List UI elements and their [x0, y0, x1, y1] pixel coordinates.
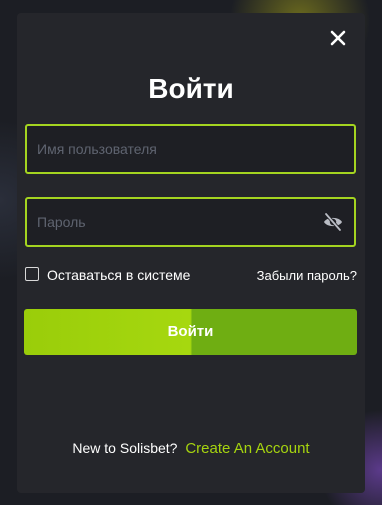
- login-button[interactable]: Войти: [24, 309, 357, 355]
- create-account-link[interactable]: Create An Account: [185, 440, 309, 457]
- close-button[interactable]: [329, 29, 347, 47]
- eye-slash-icon: [324, 212, 342, 232]
- close-icon: [330, 30, 346, 46]
- password-field[interactable]: [25, 197, 356, 247]
- forgot-password-link[interactable]: Забыли пароль?: [257, 268, 357, 283]
- signup-prompt: New to Solisbet?: [72, 440, 178, 456]
- remember-row: Оставаться в системе Забыли пароль?: [25, 266, 357, 286]
- username-field[interactable]: [25, 124, 356, 174]
- modal-title: Войти: [148, 73, 234, 104]
- password-visibility-toggle[interactable]: [322, 212, 344, 232]
- remember-me-checkbox[interactable]: [25, 267, 39, 281]
- login-modal: Войти Оставаться в системе Забыли пароль…: [17, 13, 365, 493]
- password-input[interactable]: [37, 199, 307, 245]
- username-input[interactable]: [37, 126, 307, 172]
- remember-me-label[interactable]: Оставаться в системе: [47, 267, 190, 283]
- signup-row: New to Solisbet? Create An Account: [17, 440, 365, 457]
